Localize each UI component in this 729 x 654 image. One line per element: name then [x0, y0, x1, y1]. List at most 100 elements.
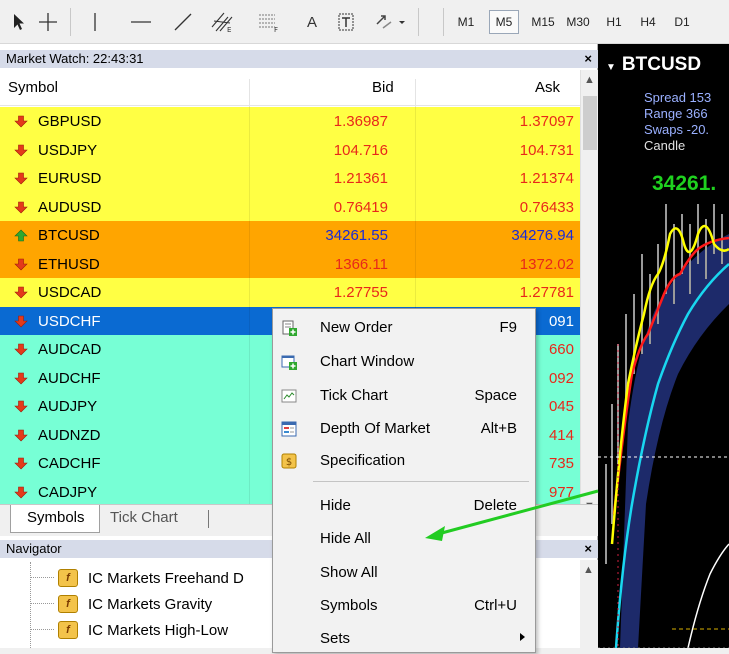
chart-symbol-title: ▼ BTCUSD	[606, 54, 702, 75]
arrow-down-icon	[14, 286, 28, 299]
scroll-up-icon[interactable]: ▲	[584, 74, 595, 86]
ask-price: 045	[548, 398, 574, 415]
context-menu: New Order F9 Chart Window Tick Chart Spa…	[272, 308, 536, 653]
fibonacci-tool-icon[interactable]: F	[254, 10, 284, 34]
timeframe-h1-button[interactable]: H1	[600, 10, 628, 34]
chart-window-icon	[281, 355, 297, 370]
menu-item-hide-all[interactable]: Hide All	[273, 524, 537, 554]
equidistant-channel-tool-icon[interactable]: E	[208, 10, 238, 34]
bid-price: 1366.11	[334, 255, 388, 273]
arrow-down-icon	[14, 144, 28, 156]
ask-price: 0.76433	[519, 198, 574, 216]
timeframe-m15-button[interactable]: M15	[526, 10, 560, 34]
menu-item-chart-window[interactable]: Chart Window	[273, 347, 537, 377]
bid-price: 34261.55	[325, 227, 388, 244]
navigator-item-label: IC Markets Gravity	[88, 595, 213, 613]
bid-price: 0.76419	[333, 198, 388, 216]
toolbar: E F A M1 M5 M15 M30 H1 H4 D1	[0, 0, 729, 44]
table-row[interactable]: GBPUSD 1.36987 1.37097	[0, 107, 580, 136]
tick-chart-icon	[281, 389, 297, 403]
table-row[interactable]: USDCAD 1.27755 1.27781	[0, 278, 580, 307]
ask-price: 1372.02	[519, 255, 574, 273]
menu-item-show-all[interactable]: Show All	[273, 558, 537, 588]
arrows-dropdown-icon[interactable]	[372, 10, 408, 34]
horizontal-line-tool-icon[interactable]	[128, 10, 154, 34]
symbol-name: EURUSD	[38, 170, 102, 187]
collapse-icon[interactable]: ▼	[606, 62, 616, 73]
column-header-ask[interactable]: Ask	[535, 79, 560, 96]
depth-of-market-icon	[281, 421, 297, 437]
vertical-line-tool-icon[interactable]	[86, 10, 104, 34]
bid-price: 1.21361	[333, 170, 388, 187]
menu-item-symbols[interactable]: Symbols Ctrl+U	[273, 591, 537, 621]
svg-text:F: F	[274, 26, 278, 33]
arrow-up-icon	[14, 229, 28, 242]
text-label-tool-icon[interactable]	[334, 10, 358, 34]
scrollbar-thumb[interactable]	[583, 96, 597, 150]
arrow-down-icon	[14, 201, 28, 213]
menu-item-depth-of-market[interactable]: Depth Of Market Alt+B	[273, 414, 537, 444]
navigator-item-label: IC Markets High-Low	[88, 621, 229, 639]
timeframe-m5-button[interactable]: M5	[489, 10, 519, 34]
menu-item-sets[interactable]: Sets	[273, 624, 537, 654]
symbol-name: AUDNZD	[38, 426, 101, 444]
symbol-name: ETHUSD	[38, 255, 100, 273]
bid-price: 104.716	[333, 141, 388, 159]
table-row[interactable]: USDJPY 104.716 104.731	[0, 135, 580, 164]
navigator-item[interactable]: f IC Markets Freehand D	[30, 566, 244, 590]
ask-price: 1.37097	[519, 113, 574, 130]
menu-item-specification[interactable]: $ Specification	[273, 446, 537, 476]
specification-icon: $	[281, 453, 297, 469]
ask-price: 104.731	[519, 141, 574, 159]
table-row[interactable]: AUDUSD 0.76419 0.76433	[0, 192, 580, 221]
symbol-name: AUDJPY	[38, 398, 98, 415]
close-icon[interactable]: ×	[584, 540, 592, 558]
menu-separator	[313, 481, 529, 482]
ask-price: 34276.94	[511, 227, 574, 244]
expert-advisor-icon: f	[58, 621, 78, 639]
arrow-down-icon	[14, 343, 28, 356]
column-header-symbol[interactable]: Symbol	[8, 79, 58, 96]
text-tool-icon[interactable]: A	[302, 10, 322, 34]
ask-price: 1.21374	[519, 170, 574, 187]
timeframe-h4-button[interactable]: H4	[634, 10, 662, 34]
tab-symbols[interactable]: Symbols	[10, 505, 100, 533]
arrow-down-icon	[14, 115, 28, 128]
navigator-item[interactable]: f IC Markets Gravity	[30, 592, 213, 616]
cursor-tool-icon[interactable]	[8, 10, 30, 34]
arrow-down-icon	[14, 400, 28, 413]
timeframe-d1-button[interactable]: D1	[668, 10, 696, 34]
bid-price: 1.27755	[333, 284, 388, 301]
column-header-bid[interactable]: Bid	[372, 79, 394, 96]
chart-swaps: Swaps -20.	[644, 122, 710, 137]
svg-text:E: E	[227, 26, 231, 33]
crosshair-tool-icon[interactable]	[36, 10, 60, 34]
chart-header: ▼ BTCUSD Spread 153 Range 366 Swaps -20. …	[598, 44, 729, 195]
menu-item-tick-chart[interactable]: Tick Chart Space	[273, 381, 537, 411]
ask-price: 735	[548, 455, 574, 472]
timeframe-m1-button[interactable]: M1	[451, 10, 481, 34]
navigator-scrollbar[interactable]: ▲	[580, 560, 598, 648]
menu-item-new-order[interactable]: New Order F9	[273, 313, 537, 343]
table-row[interactable]: ETHUSD 1366.11 1372.02	[0, 249, 580, 278]
table-row[interactable]: BTCUSD 34261.55 34276.94	[0, 221, 580, 250]
table-row[interactable]: EURUSD 1.21361 1.21374	[0, 164, 580, 193]
trendline-tool-icon[interactable]	[170, 10, 196, 34]
close-icon[interactable]: ×	[584, 50, 592, 68]
market-watch-title-bar: Market Watch: 22:43:31 ×	[0, 50, 598, 68]
ask-price: 977	[548, 483, 574, 501]
bid-price: 1.36987	[333, 113, 388, 130]
arrow-down-icon	[14, 486, 28, 498]
navigator-item-label: IC Markets Freehand D	[88, 569, 244, 587]
symbol-name: AUDUSD	[38, 198, 102, 216]
symbol-name: CADJPY	[38, 483, 98, 501]
submenu-arrow-icon	[520, 633, 525, 641]
scroll-up-icon[interactable]: ▲	[583, 564, 594, 576]
menu-item-hide[interactable]: Hide Delete	[273, 491, 537, 521]
chart-panel[interactable]: ▼ BTCUSD Spread 153 Range 366 Swaps -20. …	[598, 44, 729, 648]
navigator-item[interactable]: f IC Markets High-Low	[30, 618, 229, 642]
market-watch-scrollbar[interactable]: ▲ ▼	[580, 70, 598, 514]
chart-range: Range 366	[644, 106, 708, 121]
timeframe-m30-button[interactable]: M30	[561, 10, 595, 34]
tab-tick-chart[interactable]: Tick Chart	[110, 509, 178, 526]
